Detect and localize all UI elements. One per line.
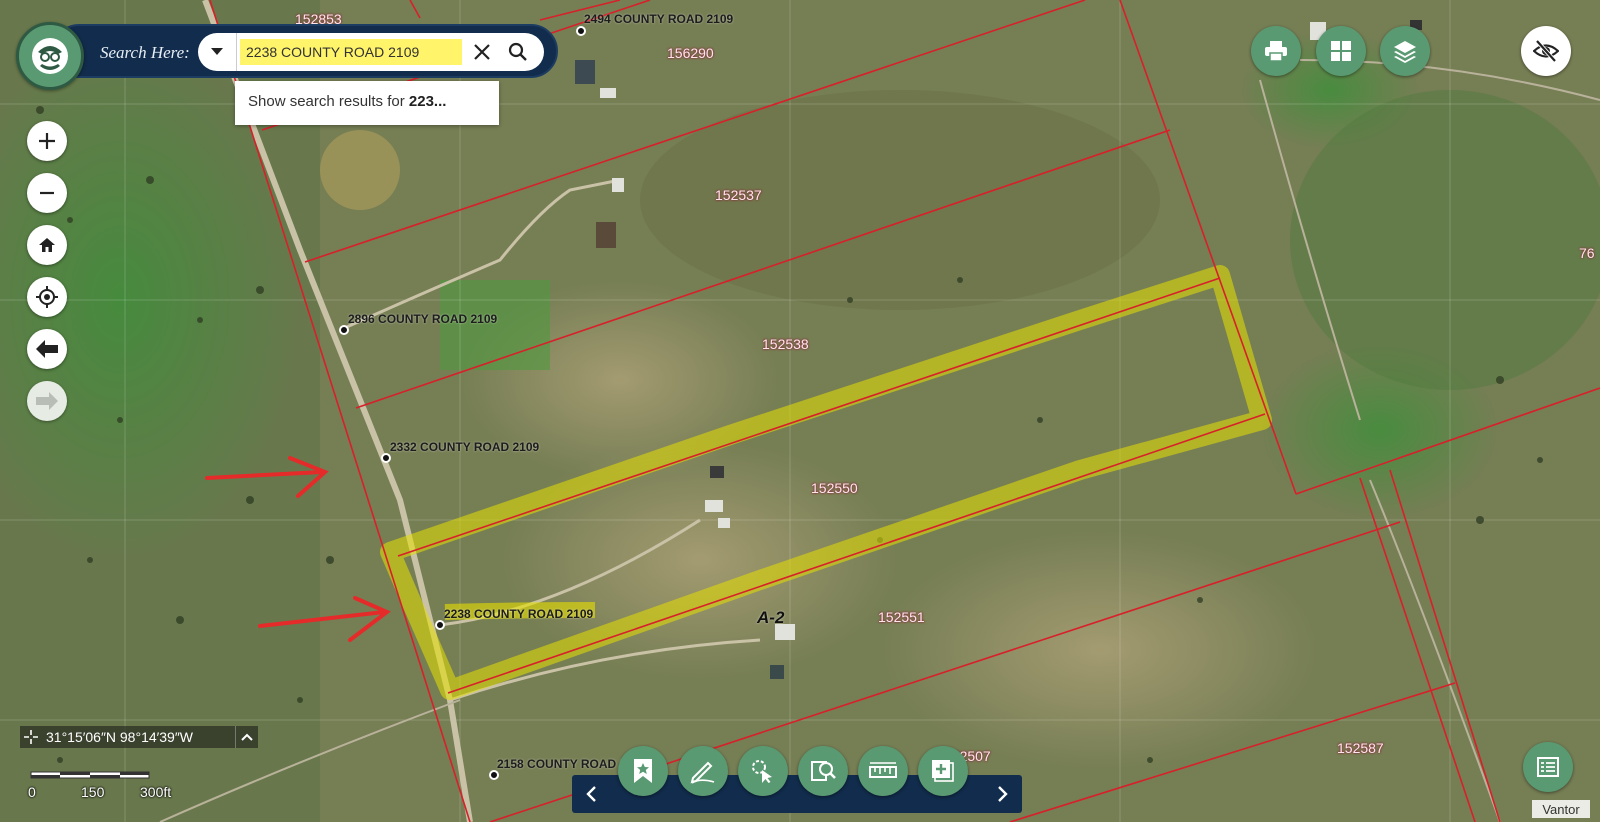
draw-tool-button[interactable]	[678, 746, 728, 796]
clear-search-button[interactable]	[468, 38, 496, 66]
chevron-up-icon	[241, 733, 253, 741]
address-point[interactable]	[339, 325, 349, 335]
caret-down-icon	[211, 48, 223, 55]
search-box	[198, 33, 544, 71]
forward-button[interactable]	[27, 381, 67, 421]
address-point[interactable]	[576, 26, 586, 36]
coordinate-readout: 31°15′06″N 98°14′39″W	[20, 726, 258, 748]
plus-icon	[39, 133, 55, 149]
add-data-tool-button[interactable]	[918, 746, 968, 796]
search-label: Search Here:	[100, 43, 190, 62]
measure-tool-button[interactable]	[858, 746, 908, 796]
suggestion-text: Show search results for	[248, 93, 409, 110]
parcel-label: 152587	[1337, 740, 1384, 756]
address-point[interactable]	[381, 453, 391, 463]
home-button[interactable]	[27, 225, 67, 265]
mascot-logo-icon	[32, 38, 68, 74]
document-search-icon	[811, 761, 836, 781]
layers-button[interactable]	[1380, 26, 1430, 76]
eye-slash-icon	[1533, 40, 1559, 62]
ruler-icon	[869, 762, 897, 778]
coordinate-text: 31°15′06″N 98°14′39″W	[46, 729, 194, 745]
search-bar: Search Here:	[52, 24, 558, 78]
address-label: 2332 COUNTY ROAD 2109	[390, 440, 540, 454]
layers-icon	[1394, 41, 1416, 63]
address-label: 2896 COUNTY ROAD 2109	[348, 312, 498, 326]
scale-label: 150	[81, 784, 105, 800]
arrow-left-icon	[36, 340, 58, 358]
select-tool-button[interactable]	[738, 746, 788, 796]
parcel-label: 152538	[762, 336, 809, 352]
back-button[interactable]	[27, 329, 67, 369]
legend-list-icon	[1537, 757, 1559, 777]
parcel-label: 156290	[667, 45, 714, 61]
add-layer-icon	[932, 760, 954, 782]
toolbar-next-button[interactable]	[988, 779, 1018, 809]
address-label: 2238 COUNTY ROAD 2109	[444, 607, 594, 621]
chevron-right-icon	[998, 786, 1008, 802]
coordinate-crosshair-icon[interactable]	[20, 726, 42, 748]
search-source-dropdown[interactable]	[198, 33, 237, 71]
arrow-right-icon	[36, 392, 58, 410]
parcel-label: 76	[1579, 245, 1595, 261]
select-cursor-icon	[752, 760, 772, 783]
locate-button[interactable]	[27, 277, 67, 317]
scale-label: 300ft	[140, 784, 172, 800]
zoom-out-button[interactable]	[27, 173, 67, 213]
pencil-icon	[690, 761, 715, 784]
minus-icon	[40, 191, 54, 195]
close-icon	[474, 44, 490, 60]
coordinate-expand-button[interactable]	[235, 726, 258, 748]
legend-button[interactable]	[1523, 742, 1573, 792]
basemap-button[interactable]	[1316, 26, 1366, 76]
bookmark-star-icon	[634, 759, 652, 783]
crosshair-icon	[36, 286, 58, 308]
bookmark-tool-button[interactable]	[618, 746, 668, 796]
parcel-label: 152550	[811, 480, 858, 496]
query-tool-button[interactable]	[798, 746, 848, 796]
search-input[interactable]	[240, 39, 462, 65]
app-logo[interactable]	[16, 22, 84, 90]
toolbar-prev-button[interactable]	[576, 779, 606, 809]
home-icon	[39, 238, 55, 252]
grid-icon	[1331, 41, 1351, 61]
suggestion-query: 223...	[408, 93, 447, 110]
search-submit-button[interactable]	[504, 38, 532, 66]
search-icon	[508, 42, 527, 61]
zoning-label: A-2	[757, 608, 785, 627]
address-point[interactable]	[489, 770, 499, 780]
parcel-label: 152551	[878, 609, 925, 625]
search-suggestion[interactable]: Show search results for 223...	[235, 81, 499, 125]
address-point[interactable]	[435, 620, 445, 630]
hide-ui-button[interactable]	[1521, 26, 1571, 76]
chevron-left-icon	[586, 786, 596, 802]
print-button[interactable]	[1251, 26, 1301, 76]
scale-bar: 0 150 300ft	[28, 770, 188, 800]
scale-label: 0	[28, 784, 36, 800]
parcel-label: 152537	[715, 187, 762, 203]
zoom-in-button[interactable]	[27, 121, 67, 161]
address-label: 2494 COUNTY ROAD 2109	[584, 12, 734, 26]
map-attribution[interactable]: Vantor	[1532, 800, 1590, 818]
printer-icon	[1265, 41, 1287, 62]
